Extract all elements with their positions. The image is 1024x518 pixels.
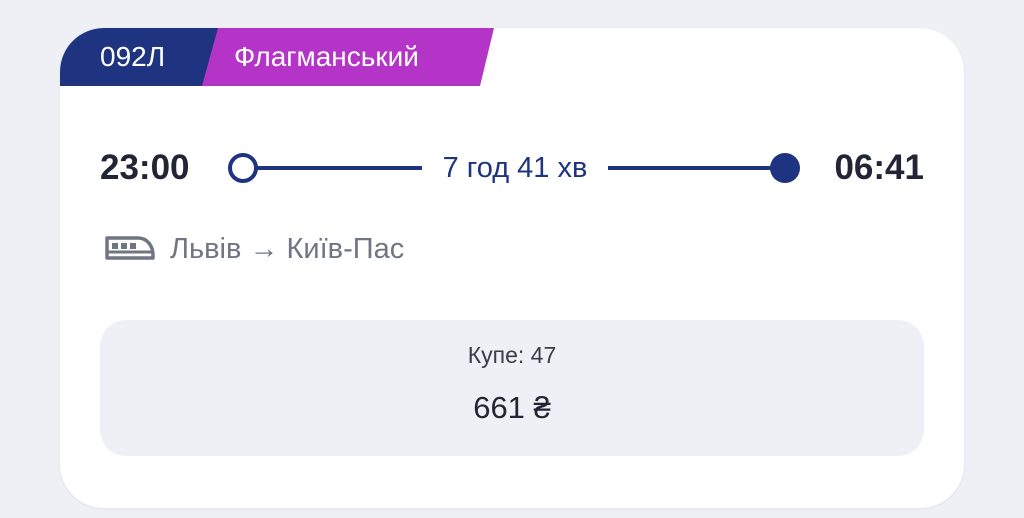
departure-time: 23:00 [100, 148, 190, 187]
train-type-badge: Флагманський [202, 28, 494, 86]
fare-option-coupe[interactable]: Купе: 47 661 ₴ [100, 320, 924, 456]
seat-class-availability: Купе: 47 [467, 342, 557, 368]
train-icon [105, 236, 155, 260]
trip-duration: 7 год 41 хв [442, 152, 588, 184]
route-stations: Львів → Київ-Пас [170, 232, 405, 265]
route-line-left [244, 166, 422, 170]
arrival-time: 06:41 [834, 148, 924, 187]
route-line-right [608, 166, 788, 170]
arrival-dot-icon [770, 153, 800, 183]
route-row: Львів → Київ-Пас [104, 228, 404, 270]
departure-dot-icon [228, 153, 258, 183]
fare-price: 661 ₴ [473, 390, 551, 425]
train-card[interactable]: 092Л Флагманський 23:00 7 год 41 хв 06:4… [60, 28, 964, 508]
